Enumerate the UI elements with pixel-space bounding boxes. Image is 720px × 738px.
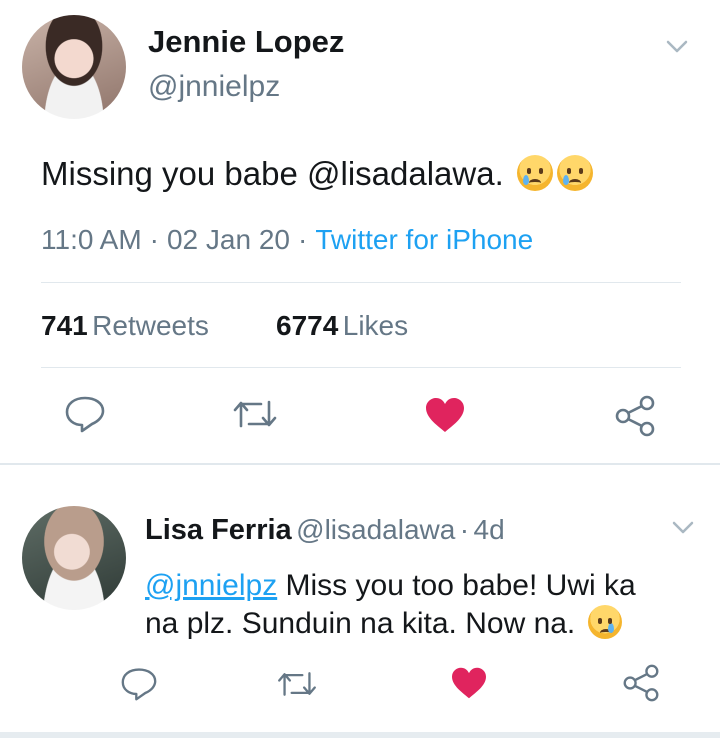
divider [41,282,681,283]
author-avatar[interactable] [22,15,126,119]
tweet-time: 11:0 AM [41,224,142,255]
reply-header: Lisa Ferria @lisadalawa · 4d [145,514,505,546]
reply-icon[interactable] [64,394,106,434]
section-divider [0,463,720,465]
reply-age: 4d [473,514,505,545]
crying-face-emoji-icon [556,155,593,191]
tweet-meta: 11:0 AM · 02 Jan 20 · Twitter for iPhone [41,224,534,255]
sleepy-face-emoji-icon [587,605,622,639]
crying-face-emoji-icon [516,155,553,191]
tweet-text-row: Missing you babe @lisadalawa. [41,154,593,194]
heart-icon[interactable] [450,666,488,700]
likes-stat[interactable]: 6774 Likes [276,310,408,342]
likes-label: Likes [342,310,409,341]
reply-author-handle[interactable]: @lisadalawa [296,514,455,545]
retweets-label: Retweets [92,310,209,341]
bottom-divider [0,732,720,738]
reply-text-line2: na plz. Sunduin na kita. Now na. [145,604,622,644]
retweet-icon[interactable] [277,668,317,700]
retweets-count: 741 [41,310,88,341]
tweet-date: 02 Jan 20 [166,224,290,255]
retweet-icon[interactable] [233,396,277,432]
reply-text-line1: @jnnielpz Miss you too babe! Uwi ka [145,569,636,602]
reply-mention-link[interactable]: @jnnielpz [145,569,277,602]
tweet-text: Missing you babe @lisadalawa. [41,155,504,192]
chevron-down-icon[interactable] [672,521,694,535]
tweet-source[interactable]: Twitter for iPhone [315,224,533,255]
divider [41,367,681,368]
reply-author-name[interactable]: Lisa Ferria [145,514,292,546]
chevron-down-icon[interactable] [666,40,688,54]
author-name[interactable]: Jennie Lopez [148,24,344,60]
reply-author-avatar[interactable] [22,506,126,610]
heart-icon[interactable] [424,396,466,434]
retweets-stat[interactable]: 741 Retweets [41,310,209,342]
reply-icon[interactable] [120,666,158,702]
author-handle[interactable]: @jnnielpz [148,70,280,104]
share-icon[interactable] [622,664,660,702]
likes-count: 6774 [276,310,339,341]
share-icon[interactable] [614,395,656,437]
